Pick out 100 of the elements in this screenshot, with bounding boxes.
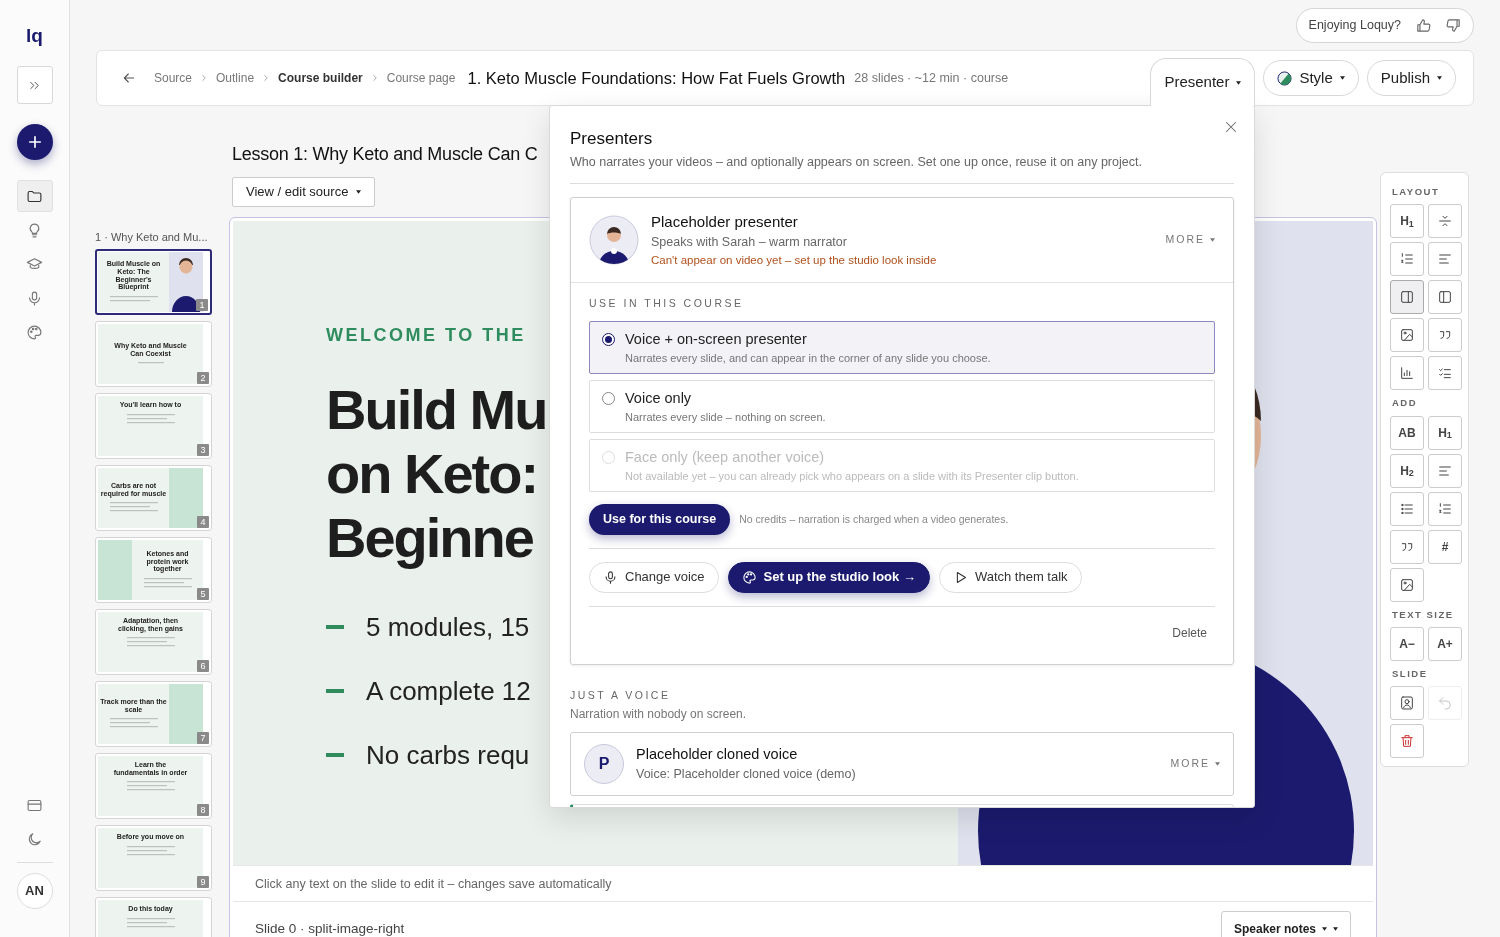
presenter-avatar bbox=[589, 215, 639, 266]
back-arrow-icon bbox=[121, 70, 137, 86]
feedback-label: Enjoying Loquy? bbox=[1308, 17, 1401, 35]
person-drawing bbox=[172, 258, 200, 312]
radio-button[interactable] bbox=[602, 332, 615, 346]
more-button[interactable]: MORE bbox=[1165, 233, 1215, 247]
slide-number: 1 bbox=[196, 299, 208, 311]
tool-button[interactable]: H$_{2}$ bbox=[1390, 453, 1424, 488]
section-description: Narration with nobody on screen. bbox=[570, 707, 748, 723]
text-lines-drawing bbox=[124, 843, 177, 858]
slide-number: 7 bbox=[197, 732, 209, 744]
thumbs-up-icon bbox=[1414, 17, 1432, 34]
slide-number: 2 bbox=[197, 372, 209, 384]
split-right-layout-icon bbox=[1399, 289, 1415, 306]
radio-button[interactable] bbox=[602, 391, 615, 405]
tool-button[interactable] bbox=[1390, 356, 1424, 391]
tool-button[interactable] bbox=[1428, 280, 1462, 315]
create-button[interactable] bbox=[16, 124, 53, 160]
lesson-title: Lesson 1: Why Keto and Muscle Can C bbox=[231, 143, 538, 165]
text-lines-drawing bbox=[124, 915, 177, 930]
theme-swatch-icon bbox=[1277, 70, 1293, 86]
slide-eyebrow: WELCOME TO THE bbox=[326, 324, 526, 346]
bullet-dash-icon bbox=[326, 753, 344, 757]
image-placeholder bbox=[98, 540, 132, 600]
microphone-icon bbox=[26, 289, 43, 307]
toolbar-section-label: LAYOUT bbox=[1392, 185, 1441, 199]
credits-note: No credits – narration is charged when a video generates. bbox=[739, 512, 1009, 527]
voice-name: Placeholder cloned voice bbox=[636, 745, 799, 765]
tool-button[interactable] bbox=[1390, 567, 1424, 602]
caret-icon bbox=[1339, 76, 1345, 80]
action-button[interactable]: Watch them talk bbox=[938, 562, 1082, 594]
tool-button[interactable] bbox=[1428, 491, 1462, 526]
use-course-button[interactable]: Use for this course bbox=[589, 504, 731, 536]
presenter-name: Placeholder presenter bbox=[651, 212, 799, 232]
page-meta: 28 slides · ~12 min · course bbox=[854, 69, 1009, 87]
trash-icon bbox=[1399, 733, 1415, 749]
voice-avatar: P bbox=[584, 743, 624, 784]
moon-icon bbox=[26, 830, 43, 848]
bullet-text: 5 modules, 15 bbox=[366, 610, 530, 644]
image-icon bbox=[1399, 576, 1415, 593]
sidebar-button[interactable] bbox=[16, 180, 53, 212]
tool-button[interactable]: H$_{1}$ bbox=[1390, 204, 1424, 239]
tool-button[interactable]: A− bbox=[1390, 626, 1424, 661]
tool-button[interactable] bbox=[1390, 242, 1424, 277]
thumbs-down-icon bbox=[1444, 17, 1462, 34]
breadcrumb-link[interactable]: Source bbox=[154, 69, 193, 87]
tool-button[interactable]: # bbox=[1428, 529, 1462, 564]
delete-button[interactable]: Delete bbox=[1172, 626, 1207, 642]
option-description: Narrates every slide, and can appear in the corner of any slide you choose. bbox=[625, 350, 991, 365]
publish-button[interactable]: Publish bbox=[1366, 60, 1456, 96]
page-title: 1. Keto Muscle Foundations: How Fat Fuels Growth bbox=[467, 67, 846, 89]
slide-number: 9 bbox=[197, 876, 209, 888]
tool-button[interactable] bbox=[1428, 356, 1462, 391]
caret-icon bbox=[1333, 927, 1338, 931]
speaker-notes-button[interactable]: Speaker notes bbox=[1220, 911, 1351, 937]
tool-button[interactable] bbox=[1390, 280, 1424, 315]
section-label: USE IN THIS COURSE bbox=[589, 297, 745, 311]
option-title: Voice only bbox=[625, 388, 693, 408]
bullet-text: No carbs requ bbox=[366, 738, 530, 772]
breadcrumb-link[interactable]: Course builder bbox=[278, 69, 363, 87]
option-card[interactable]: Voice only Narrates every slide – nothing on screen. bbox=[589, 379, 1215, 433]
slide-number: 6 bbox=[197, 660, 209, 672]
presenter-tab[interactable]: Presenter bbox=[1150, 58, 1256, 106]
tool-button[interactable]: H$_{1}$ bbox=[1428, 415, 1462, 450]
section-label: JUST A VOICE bbox=[570, 688, 672, 703]
style-button[interactable]: Style bbox=[1263, 60, 1359, 96]
dialog-title: Presenters bbox=[570, 128, 654, 150]
breadcrumb-link[interactable]: Outline bbox=[216, 69, 255, 87]
tool-button[interactable]: AB bbox=[1390, 415, 1424, 450]
action-button[interactable]: Change voice bbox=[589, 562, 719, 594]
tool-button[interactable] bbox=[1428, 242, 1462, 277]
tool-button[interactable] bbox=[1428, 204, 1462, 239]
palette-icon bbox=[26, 323, 43, 341]
source-button[interactable]: View / edit source bbox=[232, 177, 376, 207]
image-icon bbox=[1399, 327, 1415, 344]
option-description: Not available yet – you can already pick who appears on a slide with its Presenter clip button. bbox=[625, 468, 1079, 484]
toolbar-section-label: SLIDE bbox=[1392, 666, 1429, 681]
microphone-icon bbox=[603, 570, 618, 586]
slide-heading: Build Mu on Keto: Beginne bbox=[326, 378, 547, 570]
option-title: Face only (keep another voice) bbox=[625, 447, 826, 467]
more-button[interactable]: MORE bbox=[1170, 757, 1220, 771]
action-button[interactable]: Set up the studio look → bbox=[727, 562, 930, 594]
text-lines-drawing bbox=[124, 411, 177, 426]
slide-number: 3 bbox=[197, 444, 209, 456]
tool-button[interactable] bbox=[1390, 724, 1424, 758]
caret-icon bbox=[1437, 76, 1442, 80]
breadcrumb-link[interactable]: Course page bbox=[386, 69, 456, 87]
option-card[interactable]: Voice + on-screen presenter Narrates every slide, and can appear in the corner of any slide you choose. bbox=[589, 320, 1215, 374]
image-placeholder bbox=[169, 468, 203, 528]
slide-number: 5 bbox=[197, 588, 209, 600]
tool-button[interactable] bbox=[1390, 686, 1424, 720]
tool-button[interactable] bbox=[1390, 491, 1424, 526]
user-avatar[interactable]: AN bbox=[16, 873, 53, 909]
tool-button[interactable] bbox=[1428, 453, 1462, 488]
tool-button[interactable] bbox=[1390, 318, 1424, 353]
tool-button[interactable]: A+ bbox=[1428, 626, 1462, 661]
caret-icon bbox=[356, 190, 362, 194]
image-placeholder bbox=[169, 684, 203, 744]
numbered-list-icon bbox=[1437, 500, 1453, 517]
bullet-text: A complete 12 bbox=[366, 674, 531, 708]
